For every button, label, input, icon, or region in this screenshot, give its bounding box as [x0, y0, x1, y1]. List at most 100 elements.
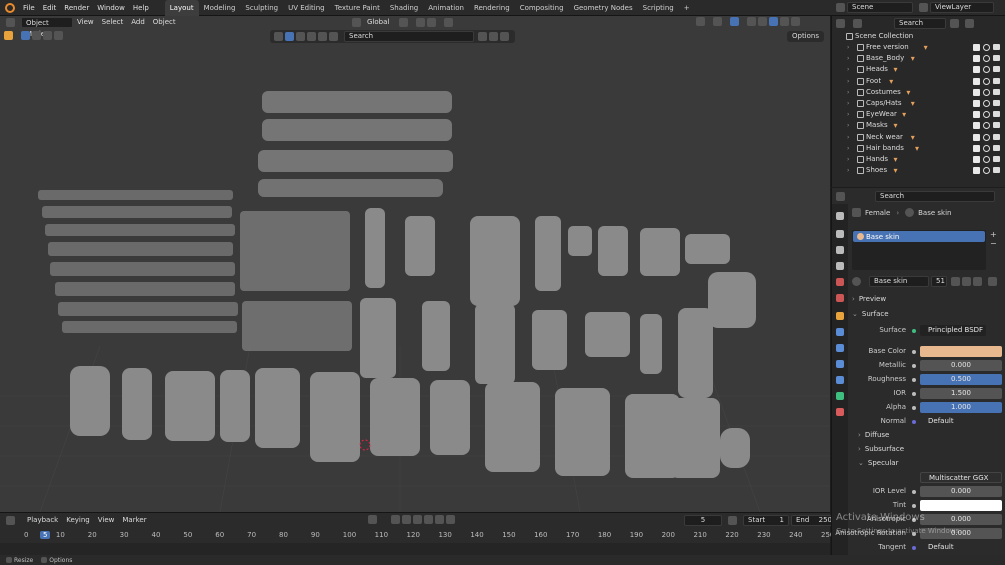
- tint-swatch[interactable]: [920, 500, 1002, 511]
- exclude-checkbox[interactable]: [973, 55, 980, 63]
- viewport-search-input[interactable]: Search: [344, 31, 474, 42]
- outliner-filter-icon[interactable]: [950, 19, 959, 28]
- expand-arrow-icon[interactable]: ›: [847, 53, 849, 64]
- unlink-material-icon[interactable]: [973, 277, 982, 286]
- jump-keyframe-forward-icon[interactable]: [435, 515, 444, 524]
- snap-target-icon[interactable]: [427, 18, 437, 27]
- camera-icon[interactable]: [993, 88, 1000, 95]
- outliner-row[interactable]: › Masks ▾: [832, 120, 1005, 131]
- overlay-icon[interactable]: [730, 17, 739, 26]
- outliner-row[interactable]: › Hair bands ▾: [832, 143, 1005, 154]
- timeline-menu-view[interactable]: View: [94, 515, 119, 526]
- start-frame-field[interactable]: Start 1: [743, 515, 789, 526]
- eye-icon[interactable]: [983, 77, 990, 85]
- camera-icon[interactable]: [993, 100, 1000, 106]
- scene-collection-row[interactable]: Scene Collection: [832, 31, 1005, 42]
- anisotropic-field[interactable]: 0.000: [920, 514, 1002, 525]
- orientation-dropdown[interactable]: Global: [363, 17, 393, 28]
- data-tab-icon[interactable]: [836, 392, 844, 400]
- timeline-menu-playback[interactable]: Playback: [23, 515, 62, 526]
- world-tab-icon[interactable]: [836, 294, 844, 302]
- outliner-search-input[interactable]: Search: [894, 18, 946, 29]
- filter-mesh-icon[interactable]: [296, 32, 305, 41]
- eye-icon[interactable]: [983, 66, 990, 74]
- duplicate-material-icon[interactable]: [962, 277, 971, 286]
- current-frame-field[interactable]: 5: [684, 515, 722, 526]
- diffuse-section[interactable]: › Diffuse: [858, 431, 889, 439]
- view-layer-tab-icon[interactable]: [836, 262, 844, 270]
- camera-icon[interactable]: [993, 66, 1000, 73]
- base-color-swatch[interactable]: [920, 346, 1002, 357]
- eye-icon[interactable]: [983, 100, 990, 107]
- viewlayer-selector[interactable]: ViewLayer: [930, 2, 994, 13]
- shading-wireframe-icon[interactable]: [758, 17, 767, 26]
- add-workspace-button[interactable]: +: [679, 0, 695, 16]
- color-icon[interactable]: [274, 32, 283, 41]
- play-reverse-icon[interactable]: [413, 515, 422, 524]
- properties-search-input[interactable]: Search: [875, 191, 995, 202]
- eye-icon[interactable]: [983, 111, 990, 119]
- menu-help[interactable]: Help: [129, 0, 153, 16]
- scene-selector[interactable]: Scene: [847, 2, 913, 13]
- jump-keyframe-back-icon[interactable]: [402, 515, 411, 524]
- fake-user-icon[interactable]: [951, 277, 960, 286]
- editor-type-icon[interactable]: [6, 18, 15, 27]
- expand-arrow-icon[interactable]: ›: [847, 76, 849, 87]
- distribution-dropdown[interactable]: Multiscatter GGX: [920, 472, 1002, 483]
- camera-icon[interactable]: [993, 122, 1000, 129]
- xray-icon[interactable]: [747, 17, 756, 26]
- exclude-checkbox[interactable]: [973, 133, 980, 141]
- shading-solid-icon[interactable]: [769, 17, 778, 26]
- outliner-row[interactable]: › Foot ▾: [832, 76, 1005, 87]
- exclude-checkbox[interactable]: [973, 144, 980, 152]
- metallic-field[interactable]: 0.000: [920, 360, 1002, 371]
- normal-field[interactable]: Default: [920, 416, 1002, 427]
- 3d-viewport[interactable]: Object Mode View Select Add Object Globa…: [0, 16, 830, 512]
- menu-edit[interactable]: Edit: [39, 0, 61, 16]
- camera-icon[interactable]: [993, 111, 1000, 118]
- expand-arrow-icon[interactable]: ›: [847, 120, 849, 131]
- ior-level-field[interactable]: 0.000: [920, 486, 1002, 497]
- properties-editor-icon[interactable]: [836, 192, 845, 201]
- tab-animation[interactable]: Animation: [423, 0, 469, 16]
- viewport-menu-add[interactable]: Add: [127, 17, 149, 28]
- outliner-row[interactable]: › Costumes ▾: [832, 87, 1005, 98]
- tab-uv-editing[interactable]: UV Editing: [283, 0, 330, 16]
- alpha-field[interactable]: 1.000: [920, 402, 1002, 413]
- shield-icon[interactable]: [500, 32, 509, 41]
- eye-icon[interactable]: [983, 144, 990, 152]
- eye-icon[interactable]: [983, 122, 990, 130]
- preview-section[interactable]: › Preview: [852, 295, 886, 303]
- modifier-tab-icon[interactable]: [836, 328, 844, 336]
- expand-arrow-icon[interactable]: ›: [847, 132, 849, 143]
- tool-tab-icon[interactable]: [836, 212, 844, 220]
- timeline-editor-icon[interactable]: [6, 516, 15, 525]
- camera-icon[interactable]: [993, 77, 1000, 84]
- expand-arrow-icon[interactable]: ›: [847, 165, 849, 176]
- particles-tab-icon[interactable]: [836, 344, 844, 352]
- browse-material-icon[interactable]: [852, 277, 861, 286]
- eye-icon[interactable]: [983, 167, 990, 175]
- material-name-field[interactable]: Base skin: [869, 276, 929, 287]
- surface-shader-field[interactable]: Principled BSDF: [920, 325, 986, 336]
- constraints-tab-icon[interactable]: [836, 376, 844, 384]
- viewport-menu-object[interactable]: Object: [149, 17, 180, 28]
- tab-compositing[interactable]: Compositing: [515, 0, 569, 16]
- filter-object-icon[interactable]: [285, 32, 294, 41]
- exclude-checkbox[interactable]: [973, 122, 980, 130]
- outliner-row[interactable]: › EyeWear ▾: [832, 109, 1005, 120]
- expand-arrow-icon[interactable]: ›: [847, 64, 849, 75]
- exclude-checkbox[interactable]: [973, 111, 980, 119]
- material-tab-icon[interactable]: [836, 408, 844, 416]
- outliner-row[interactable]: › Shoes ▾: [832, 165, 1005, 176]
- pivot-icon[interactable]: [399, 18, 409, 27]
- camera-icon[interactable]: [993, 55, 1000, 62]
- tab-rendering[interactable]: Rendering: [469, 0, 515, 16]
- expand-arrow-icon[interactable]: ›: [847, 109, 849, 120]
- outliner-editor-icon[interactable]: [836, 19, 845, 28]
- surface-section[interactable]: ⌄ Surface: [852, 310, 889, 318]
- tab-scripting[interactable]: Scripting: [638, 0, 679, 16]
- tab-geometry-nodes[interactable]: Geometry Nodes: [569, 0, 638, 16]
- select-new-icon[interactable]: [21, 31, 30, 40]
- camera-icon[interactable]: [993, 144, 1000, 151]
